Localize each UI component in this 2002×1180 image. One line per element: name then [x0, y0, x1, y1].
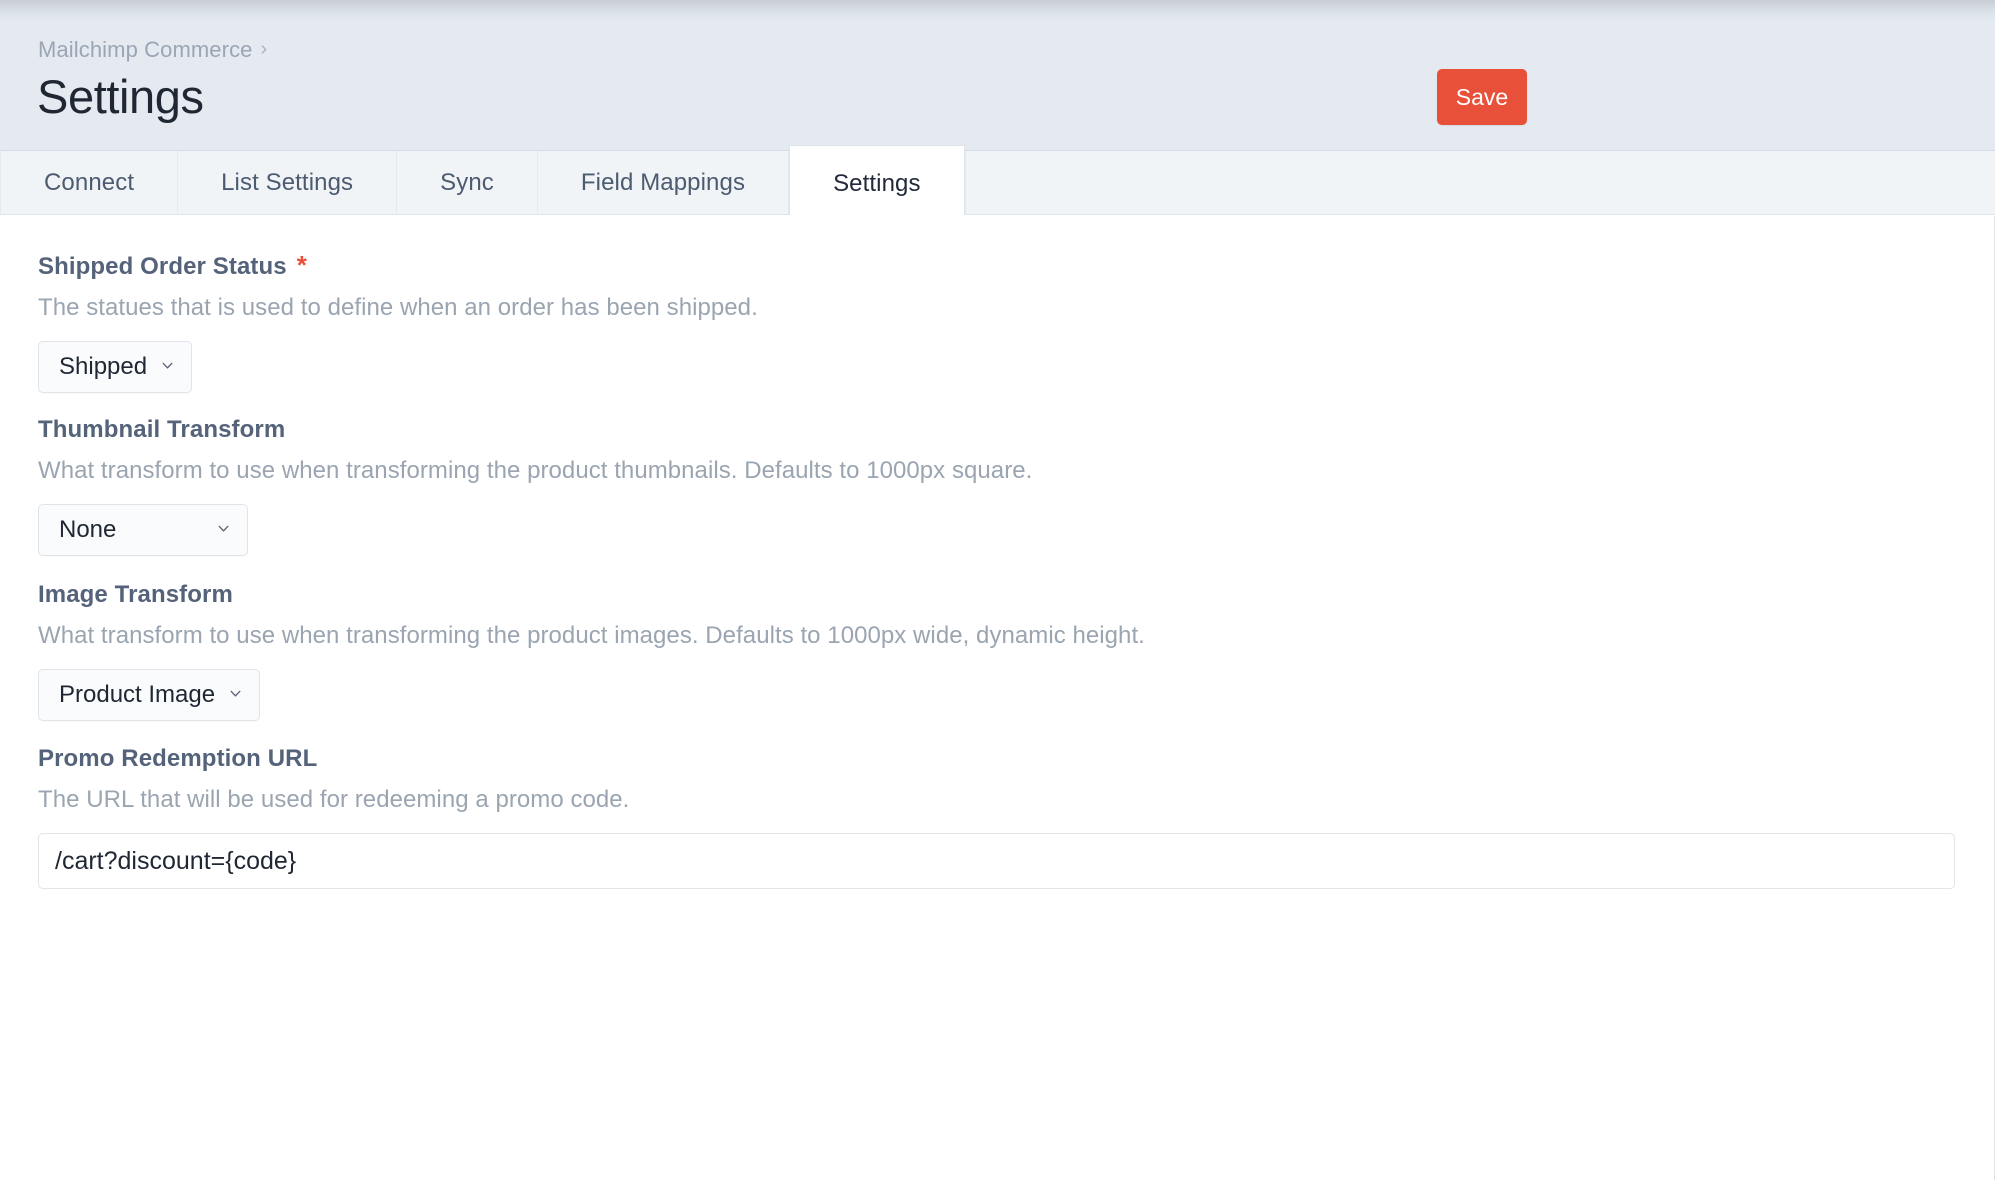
- breadcrumb-link-mailchimp-commerce[interactable]: Mailchimp Commerce: [38, 37, 253, 63]
- settings-page: Mailchimp Commerce › Settings Save Conne…: [0, 0, 2002, 1180]
- tab-label: Connect: [44, 169, 134, 197]
- promo-redemption-url-input[interactable]: [38, 833, 1955, 889]
- tab-sync[interactable]: Sync: [397, 151, 538, 214]
- chevron-down-icon: [217, 522, 230, 535]
- save-button[interactable]: Save: [1437, 69, 1527, 125]
- field-promo-redemption-url: Promo Redemption URL The URL that will b…: [38, 745, 1955, 889]
- field-label-text: Image Transform: [38, 581, 233, 609]
- breadcrumb: Mailchimp Commerce ›: [38, 37, 267, 63]
- tab-bar-filler: [965, 151, 1995, 214]
- field-help-text: The URL that will be used for redeeming …: [38, 786, 1955, 814]
- field-help-text: What transform to use when transforming …: [38, 457, 1032, 485]
- field-label-text: Thumbnail Transform: [38, 416, 285, 444]
- field-label-text: Promo Redemption URL: [38, 745, 317, 773]
- tab-label: Settings: [833, 170, 921, 198]
- field-thumbnail-transform: Thumbnail Transform What transform to us…: [38, 416, 1032, 556]
- select-value: None: [59, 516, 116, 544]
- settings-form: Shipped Order Status * The statues that …: [0, 216, 1995, 1180]
- field-label: Promo Redemption URL: [38, 745, 1955, 773]
- field-label: Thumbnail Transform: [38, 416, 1032, 444]
- page-title: Settings: [37, 68, 204, 125]
- field-image-transform: Image Transform What transform to use wh…: [38, 581, 1145, 721]
- tab-label: Field Mappings: [581, 169, 745, 197]
- shipped-order-status-select[interactable]: Shipped: [38, 341, 192, 393]
- page-header: Mailchimp Commerce › Settings Save: [0, 0, 1995, 151]
- required-asterisk-icon: *: [297, 252, 307, 278]
- image-transform-select[interactable]: Product Image: [38, 669, 260, 721]
- field-label: Shipped Order Status *: [38, 252, 758, 281]
- field-help-text: What transform to use when transforming …: [38, 622, 1145, 650]
- chevron-down-icon: [229, 687, 242, 700]
- select-value: Product Image: [59, 681, 215, 709]
- chevron-right-icon: ›: [261, 39, 268, 59]
- field-label: Image Transform: [38, 581, 1145, 609]
- tab-settings[interactable]: Settings: [789, 145, 965, 215]
- tab-connect[interactable]: Connect: [0, 151, 178, 214]
- window-top-gradient: [0, 0, 1995, 22]
- select-value: Shipped: [59, 353, 147, 381]
- thumbnail-transform-select[interactable]: None: [38, 504, 248, 556]
- tab-bar: Connect List Settings Sync Field Mapping…: [0, 151, 1995, 215]
- field-label-text: Shipped Order Status: [38, 253, 287, 281]
- field-help-text: The statues that is used to define when …: [38, 294, 758, 322]
- chevron-down-icon: [161, 359, 174, 372]
- tab-list-settings[interactable]: List Settings: [178, 151, 397, 214]
- field-shipped-order-status: Shipped Order Status * The statues that …: [38, 252, 758, 393]
- tab-label: Sync: [440, 169, 494, 197]
- tab-label: List Settings: [221, 169, 353, 197]
- right-edge-rail: [1996, 216, 2002, 1180]
- tab-field-mappings[interactable]: Field Mappings: [538, 151, 789, 214]
